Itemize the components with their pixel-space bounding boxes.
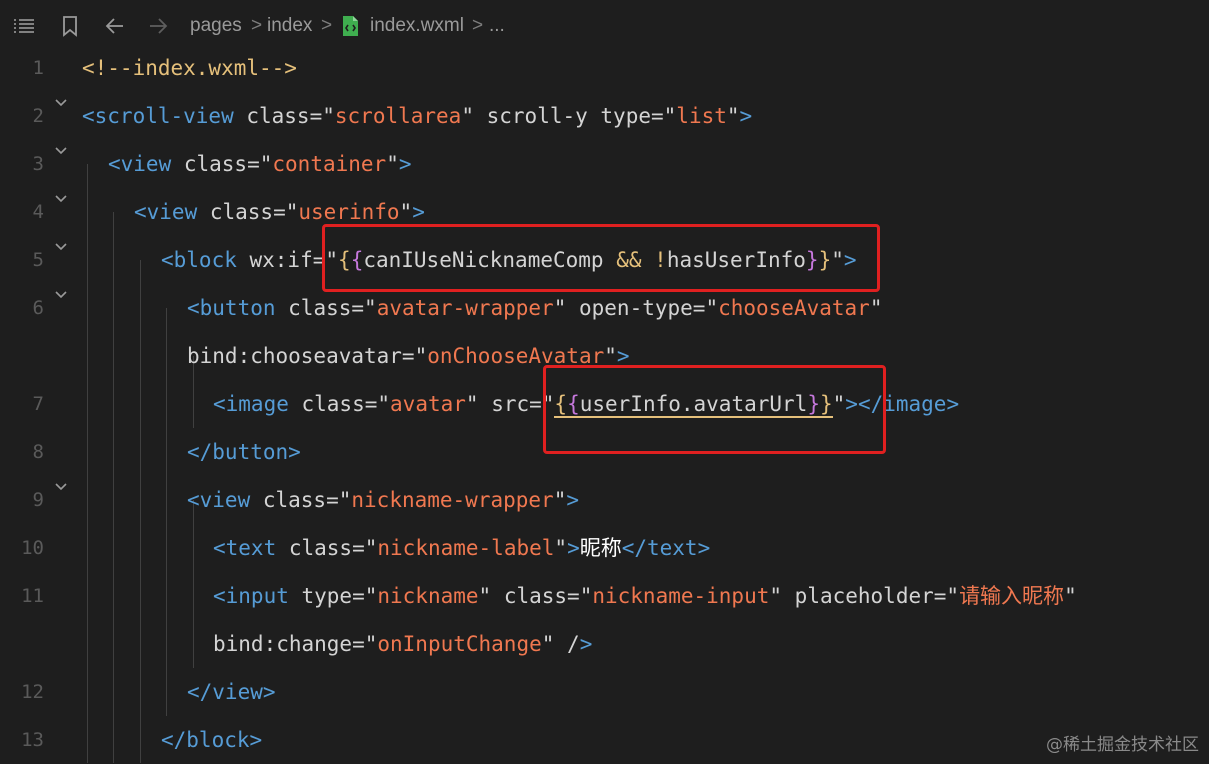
indent-guide xyxy=(140,260,141,763)
code-line-view-nickname[interactable]: <view class="nickname-wrapper"> xyxy=(187,476,579,524)
line-number: 9 xyxy=(32,489,44,511)
code-line-scroll-view[interactable]: <scroll-view class="scrollarea" scroll-y… xyxy=(82,92,752,140)
code-line-button-close[interactable]: </button> xyxy=(187,428,301,476)
breadcrumb-file[interactable]: index.wxml xyxy=(370,13,464,39)
line-number: 5 xyxy=(32,249,44,271)
indent-guide xyxy=(87,164,88,763)
list-icon[interactable] xyxy=(12,14,36,38)
line-number: 2 xyxy=(32,105,44,127)
code-line-text-label[interactable]: <text class="nickname-label">昵称</text> xyxy=(213,524,710,572)
line-number: 1 xyxy=(32,57,44,79)
line-number: 7 xyxy=(32,393,44,415)
line-number: 12 xyxy=(21,681,44,703)
code-line-block-close[interactable]: </block> xyxy=(161,716,262,764)
indent-guide xyxy=(193,500,194,668)
breadcrumb-index[interactable]: index xyxy=(267,13,312,39)
indent-guide xyxy=(113,212,114,763)
wxml-file-icon xyxy=(343,16,358,36)
code-line-view-close[interactable]: </view> xyxy=(187,668,276,716)
breadcrumb-separator: > xyxy=(321,15,333,36)
back-arrow-icon[interactable] xyxy=(103,14,127,38)
bookmark-icon[interactable] xyxy=(58,14,82,38)
line-number: 8 xyxy=(32,441,44,463)
line-number: 11 xyxy=(21,585,44,607)
highlight-box-avatar-src xyxy=(543,365,886,454)
breadcrumb-separator: > xyxy=(251,15,263,36)
fold-chevron-icon[interactable] xyxy=(54,288,68,302)
fold-chevron-icon[interactable] xyxy=(54,240,68,254)
breadcrumb-more[interactable]: ... xyxy=(489,13,505,39)
code-line-input-bind[interactable]: bind:change="onInputChange" /> xyxy=(213,620,592,668)
line-number: 6 xyxy=(32,297,44,319)
line-number: 3 xyxy=(32,153,44,175)
fold-chevron-icon[interactable] xyxy=(54,96,68,110)
code-line-input[interactable]: <input type="nickname" class="nickname-i… xyxy=(213,572,1077,620)
fold-chevron-icon[interactable] xyxy=(54,192,68,206)
forward-arrow-icon[interactable] xyxy=(146,14,170,38)
breadcrumb-pages[interactable]: pages xyxy=(190,13,242,39)
line-number: 10 xyxy=(21,537,44,559)
code-line-view-container[interactable]: <view class="container"> xyxy=(108,140,412,188)
fold-chevron-icon[interactable] xyxy=(54,144,68,158)
breadcrumb-separator: > xyxy=(472,15,484,36)
fold-chevron-icon[interactable] xyxy=(54,480,68,494)
line-number: 13 xyxy=(21,729,44,751)
line-number: 4 xyxy=(32,201,44,223)
watermark: @稀土掘金技术社区 xyxy=(1046,735,1199,755)
indent-guide xyxy=(166,308,167,716)
highlight-box-wxif-condition xyxy=(322,224,880,292)
code-editor[interactable]: 1 2 3 4 5 6 7 8 9 10 11 12 13 <!--index.… xyxy=(0,44,1209,763)
code-line-comment[interactable]: <!--index.wxml--> xyxy=(82,44,297,92)
